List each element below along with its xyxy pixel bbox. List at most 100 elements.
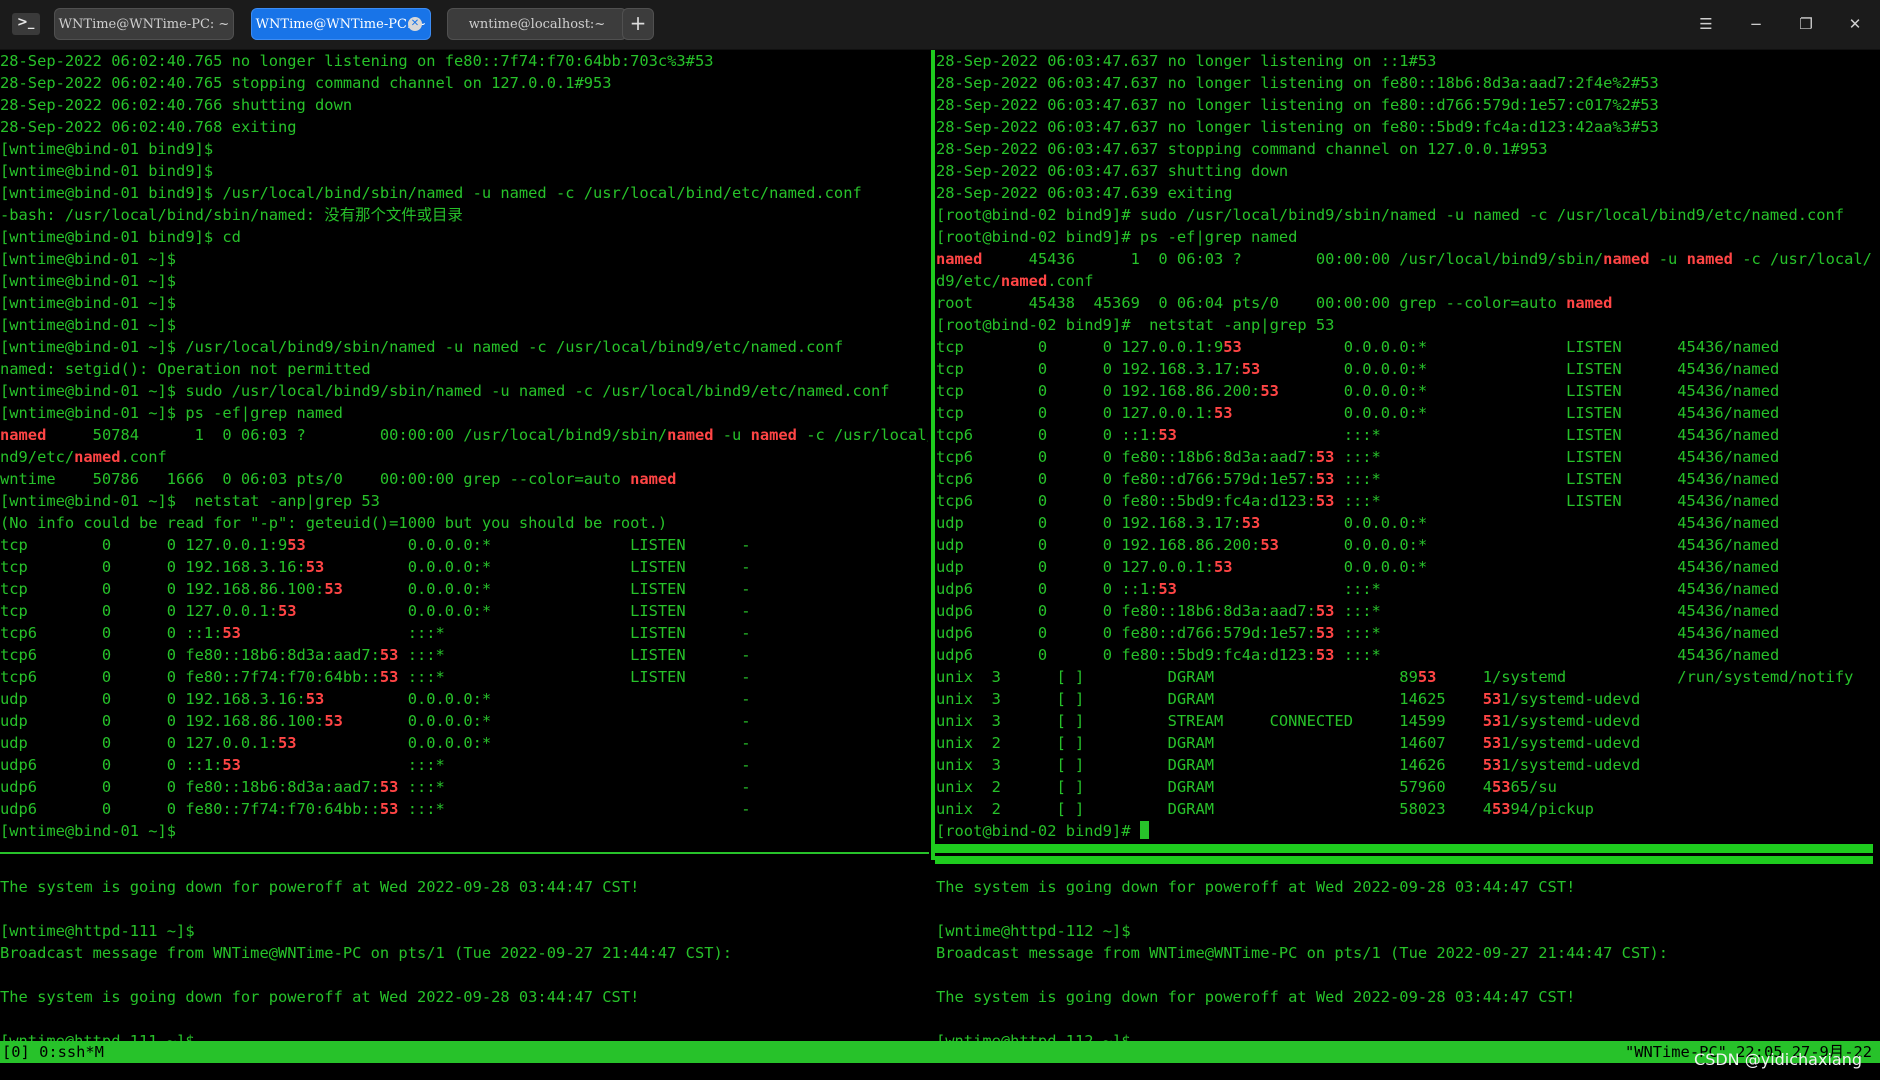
- terminal-line: The system is going down for poweroff at…: [936, 986, 1872, 1008]
- terminal-line: 28-Sep-2022 06:02:40.765 stopping comman…: [0, 72, 928, 94]
- highlight-match: named: [936, 250, 983, 268]
- highlight-match: 53: [1241, 514, 1261, 532]
- terminal-pane-bottom-right[interactable]: The system is going down for poweroff at…: [936, 854, 1872, 1041]
- line-text: tcp 0 0 192.168.86.200:: [936, 382, 1261, 400]
- terminal-line: tcp6 0 0 fe80::18b6:8d3a:aad7:53 :::* LI…: [0, 644, 928, 666]
- terminal-line: -bash: /usr/local/bind/sbin/named: 没有那个文…: [0, 204, 928, 226]
- tab-wntime-pc-1[interactable]: WNTime@WNTime-PC: ~: [54, 8, 234, 40]
- line-text: 94/pickup: [1510, 800, 1594, 818]
- terminal-line: [root@bind-02 bind9]# netstat -anp|grep …: [936, 314, 1872, 336]
- line-text: [wntime@bind-01 bind9]$: [0, 162, 214, 180]
- line-text: The system is going down for poweroff at…: [0, 878, 640, 896]
- line-text: unix 2 [ ] DGRAM 14607: [936, 734, 1483, 752]
- line-text: udp6 0 0 fe80::18b6:8d3a:aad7:: [0, 778, 380, 796]
- terminal-cursor: [1139, 821, 1149, 839]
- pane-divider-horizontal-right[interactable]: [935, 844, 1873, 864]
- tab-label: WNTime@WNTime-PC: ~: [255, 16, 427, 32]
- highlight-match: 53: [1491, 800, 1511, 818]
- line-text: :::* LISTEN -: [240, 624, 751, 642]
- terminal-line: named 45436 1 0 06:03 ? 00:00:00 /usr/lo…: [936, 248, 1872, 270]
- close-tab-icon[interactable]: ✕: [408, 17, 422, 31]
- terminal-pane-top-right[interactable]: 28-Sep-2022 06:03:47.637 no longer liste…: [936, 50, 1872, 844]
- terminal-line: The system is going down for poweroff at…: [936, 876, 1872, 898]
- terminal-line: [wntime@bind-01 ~]$ sudo /usr/local/bind…: [0, 380, 928, 402]
- line-text: :::* 45436/named: [1176, 580, 1780, 598]
- highlight-match: 53: [1241, 360, 1261, 378]
- line-text: tcp 0 0 192.168.3.16:: [0, 558, 306, 576]
- terminal-line: wntime 50786 1666 0 06:03 pts/0 00:00:00…: [0, 468, 928, 490]
- highlight-match: 53: [1482, 712, 1502, 730]
- highlight-match: 53: [305, 690, 325, 708]
- terminal-pane-top-left[interactable]: 28-Sep-2022 06:02:40.765 no longer liste…: [0, 50, 928, 850]
- terminal-line: tcp 0 0 127.0.0.1:53 0.0.0.0:* LISTEN -: [0, 600, 928, 622]
- terminal-line: 28-Sep-2022 06:03:47.637 stopping comman…: [936, 138, 1872, 160]
- line-text: 1/systemd-udevd: [1501, 756, 1641, 774]
- terminal-line: nd9/etc/named.conf: [0, 446, 928, 468]
- terminal-app-icon[interactable]: >_: [12, 13, 40, 35]
- highlight-match: 53: [222, 756, 241, 774]
- terminal-line: tcp 0 0 192.168.86.100:53 0.0.0.0:* LIST…: [0, 578, 928, 600]
- line-text: 0.0.0.0:* 45436/named: [1260, 514, 1780, 532]
- highlight-match: 53: [1158, 580, 1177, 598]
- line-text: (No info could be read for "-p": geteuid…: [0, 514, 668, 532]
- terminal-line: 28-Sep-2022 06:03:47.637 no longer liste…: [936, 72, 1872, 94]
- highlight-match: named: [630, 470, 677, 488]
- line-text: :::* LISTEN 45436/named: [1334, 448, 1780, 466]
- line-text: [wntime@bind-01 bind9]$ /usr/local/bind/…: [0, 184, 862, 202]
- terminal-line: unix 2 [ ] DGRAM 58023 45394/pickup: [936, 798, 1872, 820]
- highlight-match: 53: [1213, 404, 1233, 422]
- line-text: tcp6 0 0 ::1:: [936, 426, 1159, 444]
- terminal-line: unix 3 [ ] DGRAM 8953 1/systemd /run/sys…: [936, 666, 1872, 688]
- line-text: 0.0.0.0:* -: [324, 690, 751, 708]
- highlight-match: 53: [324, 712, 343, 730]
- menu-icon[interactable]: ☰: [1694, 12, 1718, 36]
- line-text: d9/etc/: [936, 272, 1001, 290]
- line-text: [root@bind-02 bind9]#: [936, 822, 1140, 840]
- highlight-match: 53: [379, 646, 399, 664]
- close-window-icon[interactable]: ✕: [1843, 12, 1867, 36]
- highlight-match: named: [74, 448, 121, 466]
- highlight-match: 53: [222, 624, 241, 642]
- line-text: 50784 1 0 06:03 ? 00:00:00 /usr/local/bi…: [46, 426, 668, 444]
- line-text: [wntime@bind-01 ~]$: [0, 250, 177, 268]
- line-text: 0.0.0.0:* 45436/named: [1278, 536, 1780, 554]
- line-text: [wntime@httpd-111 ~]$: [0, 1032, 195, 1041]
- line-text: 0.0.0.0:* 45436/named: [1232, 558, 1780, 576]
- line-text: 0.0.0.0:* LISTEN 45436/named: [1260, 360, 1780, 378]
- add-tab-button[interactable]: +: [622, 8, 654, 40]
- highlight-match: 53: [287, 536, 306, 554]
- line-text: named: setgid(): Operation not permitted: [0, 360, 371, 378]
- line-text: tcp6 0 0 fe80::d766:579d:1e57:: [936, 470, 1316, 488]
- maximize-icon[interactable]: ❐: [1794, 12, 1818, 36]
- line-text: The system is going down for poweroff at…: [0, 988, 640, 1006]
- line-text: 0.0.0.0:* -: [296, 734, 751, 752]
- line-text: tcp 0 0 127.0.0.1:9: [0, 536, 288, 554]
- tmux-window-list[interactable]: [0] 0:ssh*M: [2, 1041, 104, 1063]
- line-text: :::* 45436/named: [1334, 602, 1780, 620]
- line-text: -u: [713, 426, 751, 444]
- tab-localhost[interactable]: wntime@localhost:~: [447, 8, 627, 40]
- tab-wntime-pc-2[interactable]: WNTime@WNTime-PC: ~ ✕: [251, 8, 431, 40]
- terminal-line: tcp 0 0 127.0.0.1:53 0.0.0.0:* LISTEN 45…: [936, 402, 1872, 424]
- line-text: tcp6 0 0 ::1:: [0, 624, 223, 642]
- line-text: [wntime@httpd-112 ~]$: [936, 1032, 1131, 1041]
- terminal-pane-bottom-left[interactable]: The system is going down for poweroff at…: [0, 854, 928, 1041]
- terminal-line: udp 0 0 192.168.3.17:53 0.0.0.0:* 45436/…: [936, 512, 1872, 534]
- pane-divider-vertical[interactable]: [931, 50, 935, 860]
- pane-divider-horizontal-left[interactable]: [0, 852, 929, 854]
- line-text: Broadcast message from WNTime@WNTime-PC …: [0, 944, 733, 962]
- terminal-line: [wntime@bind-01 ~]$: [0, 820, 928, 842]
- line-text: unix 3 [ ] STREAM CONNECTED 14599: [936, 712, 1483, 730]
- highlight-match: named: [750, 426, 797, 444]
- tab-label: wntime@localhost:~: [468, 16, 606, 32]
- terminal-line: 28-Sep-2022 06:03:47.637 no longer liste…: [936, 50, 1872, 72]
- terminal-line: tcp6 0 0 fe80::d766:579d:1e57:53 :::* LI…: [936, 468, 1872, 490]
- highlight-match: named: [1603, 250, 1650, 268]
- line-text: udp6 0 0 ::1:: [0, 756, 223, 774]
- terminal-line: [wntime@bind-01 ~]$ ps -ef|grep named: [0, 402, 928, 424]
- terminal-line: udp 0 0 127.0.0.1:53 0.0.0.0:* 45436/nam…: [936, 556, 1872, 578]
- minimize-icon[interactable]: −: [1744, 12, 1768, 36]
